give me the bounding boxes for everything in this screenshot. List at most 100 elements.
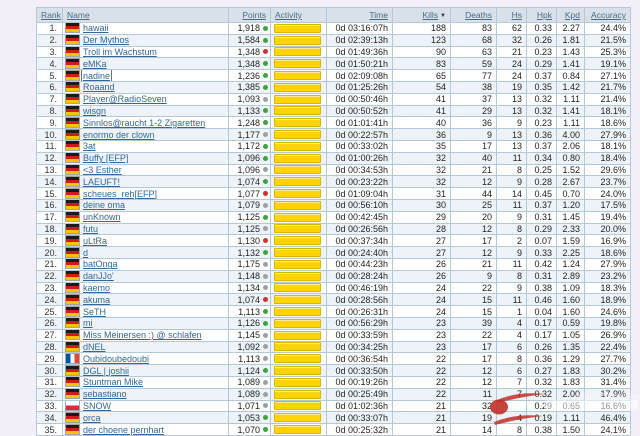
- time-cell: 0d 00:50:52h: [327, 105, 393, 117]
- time-cell: 0d 00:33:59h: [327, 329, 393, 341]
- hpk-cell: 0.32: [527, 388, 557, 400]
- activity-bar: [274, 36, 321, 45]
- player-name-link[interactable]: Der Mythos: [83, 35, 129, 45]
- sort-points-link[interactable]: Points: [242, 10, 266, 20]
- player-name-link[interactable]: wisgn: [83, 106, 106, 116]
- player-name-link[interactable]: DGL | joshii: [83, 366, 129, 376]
- player-name-link[interactable]: Roaand: [83, 82, 115, 92]
- hs-cell: 19: [497, 81, 527, 93]
- country-flag-icon: [66, 224, 79, 233]
- player-name-link[interactable]: enormo der clown: [83, 130, 155, 140]
- points-value: 1,074: [237, 177, 260, 187]
- points-cell: 1,584: [229, 34, 271, 46]
- activity-bar: [274, 425, 321, 434]
- points-cell: 1,172: [229, 140, 271, 152]
- player-name-link[interactable]: SeTH: [83, 307, 106, 317]
- trend-icon: [263, 167, 268, 172]
- player-name-link[interactable]: danJJo': [83, 271, 114, 281]
- hs-cell: 8: [497, 223, 527, 235]
- player-name-link[interactable]: orca: [83, 413, 101, 423]
- player-name-link[interactable]: LAEUFT!: [83, 177, 120, 187]
- player-name-link[interactable]: dNEL: [83, 342, 106, 352]
- activity-cell: [271, 412, 327, 424]
- table-row: 20.d1,1320d 00:24:40h271290.332.2518.6%: [37, 247, 631, 259]
- points-cell: 1,134: [229, 282, 271, 294]
- sort-name-link[interactable]: Name: [67, 10, 90, 20]
- activity-bar: [274, 236, 321, 245]
- player-name-link[interactable]: d: [83, 248, 88, 258]
- hs-cell: 4: [497, 329, 527, 341]
- trend-icon: [263, 132, 268, 137]
- time-cell: 0d 00:33:02h: [327, 140, 393, 152]
- player-name-link[interactable]: akuma: [83, 295, 110, 305]
- player-name-link[interactable]: Buffy [EFP]: [83, 153, 128, 163]
- name-cell: uLtRa: [63, 235, 229, 247]
- deaths-cell: 39: [451, 317, 497, 329]
- table-row: 34.orca1,0530d 00:33:07h211940.191.1146.…: [37, 412, 631, 424]
- trend-icon: [263, 144, 268, 149]
- player-name-link[interactable]: hawaii: [83, 23, 109, 33]
- player-name-link[interactable]: mi: [83, 318, 93, 328]
- player-name-link[interactable]: SNOW: [83, 401, 111, 411]
- player-name-link[interactable]: uLtRa: [83, 236, 107, 246]
- trend-icon: [263, 380, 268, 385]
- player-name-link[interactable]: Troll im Wachstum: [83, 47, 157, 57]
- player-name-link[interactable]: der choene pernhart: [83, 425, 164, 435]
- sort-accuracy-link[interactable]: Accuracy: [591, 10, 626, 20]
- activity-cell: [271, 188, 327, 200]
- player-name-link[interactable]: Miss Meinersen :) @ schlafen: [83, 330, 202, 340]
- sort-kpd-link[interactable]: Kpd: [565, 10, 580, 20]
- player-name-link[interactable]: deine oma: [83, 200, 125, 210]
- trend-icon: [263, 250, 268, 255]
- sort-time-link[interactable]: Time: [369, 10, 388, 20]
- points-value-wrap: 1,145: [233, 330, 268, 340]
- kpd-cell: 1.60: [557, 294, 585, 306]
- player-name-link[interactable]: <3 Esther: [83, 165, 122, 175]
- name-cell: Der Mythos: [63, 34, 229, 46]
- kills-cell: 22: [393, 376, 451, 388]
- player-name-link[interactable]: eMKa: [83, 59, 107, 69]
- sort-hpk-link[interactable]: Hpk: [537, 10, 552, 20]
- activity-bar: [274, 272, 321, 281]
- accuracy-cell: 18.4%: [585, 152, 631, 164]
- player-name-link[interactable]: batOnga: [83, 259, 118, 269]
- player-name-link[interactable]: kaemo: [83, 283, 110, 293]
- name-cell: Troll im Wachstum: [63, 46, 229, 58]
- sort-deaths-link[interactable]: Deaths: [465, 10, 492, 20]
- time-cell: 0d 00:25:32h: [327, 424, 393, 436]
- sort-hs-link[interactable]: Hs: [512, 10, 522, 20]
- deaths-cell: 12: [451, 223, 497, 235]
- rank-cell: 29.: [37, 353, 63, 365]
- player-name-link[interactable]: futu: [83, 224, 98, 234]
- sort-activity-link[interactable]: Activity: [275, 10, 302, 20]
- player-name-link[interactable]: 3at: [83, 141, 96, 151]
- country-flag-icon: [66, 425, 79, 434]
- player-name-link[interactable]: Sinnlos@raucht 1-2 Zigaretten: [83, 118, 205, 128]
- kills-cell: 35: [393, 140, 451, 152]
- rank-cell: 16.: [37, 199, 63, 211]
- activity-cell: [271, 341, 327, 353]
- kpd-cell: 1.83: [557, 365, 585, 377]
- player-name-link[interactable]: Player@RadioSeven: [83, 94, 167, 104]
- activity-bar: [274, 71, 321, 80]
- points-value: 1,130: [237, 236, 260, 246]
- sort-rank-link[interactable]: Rank: [41, 10, 61, 20]
- country-flag-icon: [66, 47, 79, 56]
- kpd-cell: 1.29: [557, 353, 585, 365]
- player-name-link[interactable]: unKnown: [83, 212, 121, 222]
- kpd-cell: 2.89: [557, 270, 585, 282]
- player-name-link[interactable]: Stuntman Mike: [83, 377, 143, 387]
- points-cell: 1,071: [229, 400, 271, 412]
- activity-bar: [274, 118, 321, 127]
- hpk-cell: 0.33: [527, 247, 557, 259]
- hs-cell: 7: [497, 388, 527, 400]
- deaths-cell: 12: [451, 176, 497, 188]
- sort-kills-link[interactable]: Kills: [422, 10, 438, 20]
- player-name-link[interactable]: sebastiano: [83, 389, 127, 399]
- accuracy-cell: 27.7%: [585, 353, 631, 365]
- player-name-link[interactable]: nadine: [83, 71, 110, 81]
- player-name-link[interactable]: scheues_reh[EFP]: [83, 189, 157, 199]
- player-name-link[interactable]: Oubidoubedoubi: [83, 354, 149, 364]
- table-row: 7.Player@RadioSeven1,0930d 00:50:46h4137…: [37, 93, 631, 105]
- trend-icon: [263, 368, 268, 373]
